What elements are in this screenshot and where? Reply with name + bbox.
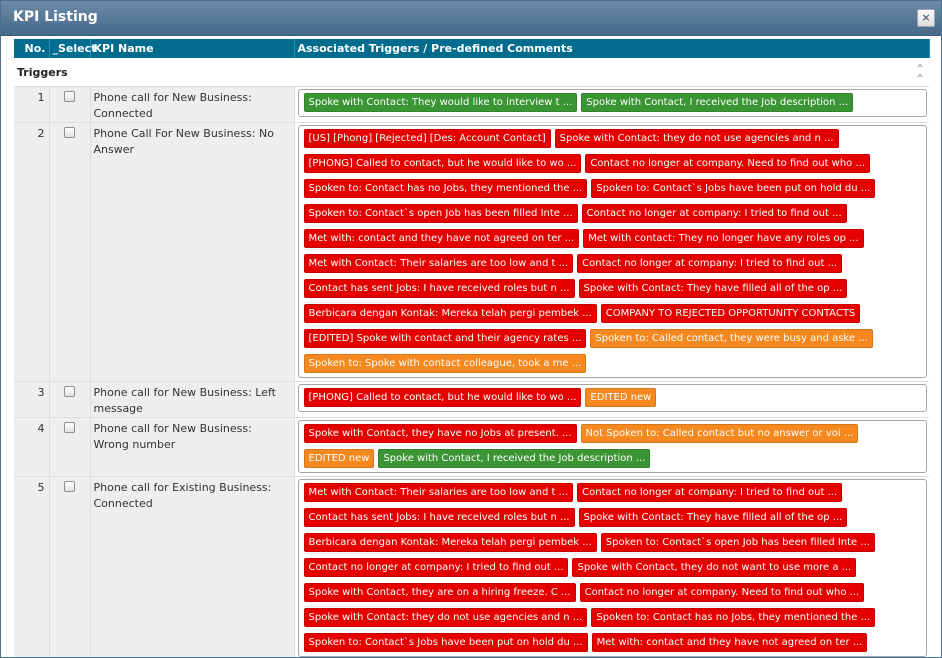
row-number: 5 [14,476,50,657]
column-header-triggers[interactable]: Associated Triggers / Pre-defined Commen… [294,39,930,58]
trigger-chip[interactable]: Spoke with Contact, they have no Jobs at… [303,424,577,443]
table-row: 5 Phone call for Existing Business: Conne… [14,476,929,657]
trigger-chip[interactable]: Contact has sent Jobs: I have received r… [303,279,575,298]
close-button[interactable]: × [917,9,935,27]
trigger-chip[interactable]: [PHONG] Called to contact, but he would … [303,388,582,407]
trigger-chip[interactable]: Met with: contact and they have not agre… [303,229,580,248]
row-select-checkbox[interactable] [64,386,75,397]
row-select-cell [49,417,91,477]
trigger-chip[interactable]: Spoken to: Contact has no Jobs, they men… [591,608,876,627]
row-number: 2 [14,122,50,382]
trigger-chip[interactable]: Met with contact: They no longer have an… [583,229,864,248]
kpi-table-container: No. _Select KPI Name Associated Triggers… [14,39,930,657]
trigger-chip[interactable]: [PHONG] Called to contact, but he would … [303,154,582,173]
trigger-chip[interactable]: Berbicara dengan Kontak: Mereka telah pe… [303,304,597,323]
trigger-chip[interactable]: [US] [Phong] [Rejected] [Des: Account Co… [303,129,551,148]
triggers-cell: [US] [Phong] [Rejected] [Des: Account Co… [294,122,929,382]
trigger-chip[interactable]: Spoken to: Contact`s Jobs have been put … [591,179,876,198]
group-header: Triggers ⌃ ⌃ [14,58,929,87]
trigger-chip[interactable]: Spoke with Contact, I received the Job d… [378,449,651,468]
group-label: Triggers [17,65,68,79]
trigger-chip[interactable]: Spoken to: Contact`s open Job has been f… [303,204,578,223]
trigger-chip[interactable]: Met with Contact: Their salaries are too… [303,254,574,273]
trigger-chip[interactable]: Spoken to: Contact has no Jobs, they men… [303,179,588,198]
trigger-chip[interactable]: Contact no longer at company. Need to fi… [585,154,871,173]
trigger-chip[interactable]: Berbicara dengan Kontak: Mereka telah pe… [303,533,597,552]
dialog-titlebar: KPI Listing × [1,1,941,36]
trigger-chip[interactable]: Spoke with Contact, they are on a hiring… [303,583,576,602]
trigger-chip[interactable]: Not Spoken to: Called contact but no ans… [580,424,859,443]
trigger-chip[interactable]: Contact has sent Jobs: I have received r… [303,508,575,527]
triggers-list: Spoke with Contact: They would like to i… [297,89,927,117]
trigger-chip[interactable]: Contact no longer at company: I tried to… [303,558,569,577]
trigger-chip[interactable]: Met with Contact: Their salaries are too… [303,483,574,502]
group-row-triggers: Triggers ⌃ ⌃ [14,58,929,87]
trigger-chip[interactable]: Spoken to: Contact`s Jobs have been put … [303,633,588,652]
trigger-chip[interactable]: Spoke with Contact, they do not want to … [572,558,857,577]
kpi-name: Phone call for New Business: Wrong numbe… [90,417,295,477]
row-number: 1 [14,86,50,123]
triggers-list: Spoke with Contact, they have no Jobs at… [297,420,927,473]
row-select-checkbox[interactable] [64,91,75,102]
row-select-checkbox[interactable] [64,481,75,492]
kpi-name: Phone call for Existing Business: Connec… [90,476,295,657]
trigger-chip[interactable]: EDITED new [585,388,657,407]
trigger-chip[interactable]: [EDITED] Spoke with contact and their ag… [303,329,587,348]
table-row: 1 Phone call for New Business: Connected S… [14,86,929,123]
triggers-cell: Spoke with Contact, they have no Jobs at… [294,417,929,477]
triggers-cell: Met with Contact: Their salaries are too… [294,476,929,657]
table-row: 3 Phone call for New Business: Left messa… [14,381,929,418]
kpi-name: Phone call for New Business: Left messag… [90,381,295,418]
trigger-chip[interactable]: Spoke with Contact, I received the Job d… [581,93,854,112]
triggers-list: Met with Contact: Their salaries are too… [297,479,927,657]
table-row: 2 Phone Call For New Business: No Answer [… [14,122,929,382]
kpi-name: Phone call for New Business: Connected [90,86,295,123]
column-header-no[interactable]: No. [14,39,50,58]
triggers-cell: [PHONG] Called to contact, but he would … [294,381,929,418]
trigger-chip[interactable]: Contact no longer at company: I tried to… [581,204,847,223]
trigger-chip[interactable]: Spoke with Contact: they do not use agen… [554,129,839,148]
kpi-table: No. _Select KPI Name Associated Triggers… [14,39,930,657]
table-header-row: No. _Select KPI Name Associated Triggers… [14,39,930,58]
trigger-chip[interactable]: COMPANY TO REJECTED OPPORTUNITY CONTACTS [600,304,861,323]
trigger-chip[interactable]: EDITED new [303,449,375,468]
row-select-cell [49,476,91,657]
dialog-title: KPI Listing [13,9,98,25]
row-number: 3 [14,381,50,418]
trigger-chip[interactable]: Spoke with Contact: they do not use agen… [303,608,588,627]
row-select-checkbox[interactable] [64,422,75,433]
trigger-chip[interactable]: Spoken to: Spoke with contact colleague,… [303,354,587,373]
row-select-cell [49,86,91,123]
trigger-chip[interactable]: Spoke with Contact: They have filled all… [578,508,848,527]
row-select-cell [49,122,91,382]
column-header-select[interactable]: _Select [49,39,96,58]
row-select-checkbox[interactable] [64,127,75,138]
triggers-list: [US] [Phong] [Rejected] [Des: Account Co… [297,125,927,378]
triggers-list: [PHONG] Called to contact, but he would … [297,384,927,412]
row-select-cell [49,381,91,418]
kpi-name: Phone Call For New Business: No Answer [90,122,295,382]
row-number: 4 [14,417,50,477]
trigger-chip[interactable]: Spoke with Contact: They would like to i… [303,93,578,112]
trigger-chip[interactable]: Met with: contact and they have not agre… [591,633,868,652]
table-row: 4 Phone call for New Business: Wrong numb… [14,417,929,477]
trigger-chip[interactable]: Contact no longer at company: I tried to… [577,483,843,502]
chevron-up-double-icon[interactable]: ⌃ ⌃ [915,63,925,85]
trigger-chip[interactable]: Contact no longer at company: I tried to… [577,254,843,273]
triggers-cell: Spoke with Contact: They would like to i… [294,86,929,123]
kpi-listing-dialog: KPI Listing × No. _Select KPI Name Assoc… [0,0,942,658]
trigger-chip[interactable]: Spoken to: Called contact, they were bus… [590,329,873,348]
trigger-chip[interactable]: Contact no longer at company. Need to fi… [579,583,865,602]
column-header-kpi-name[interactable]: KPI Name [90,39,295,58]
trigger-chip[interactable]: Spoke with Contact: They have filled all… [578,279,848,298]
trigger-chip[interactable]: Spoken to: Contact`s open Job has been f… [600,533,875,552]
